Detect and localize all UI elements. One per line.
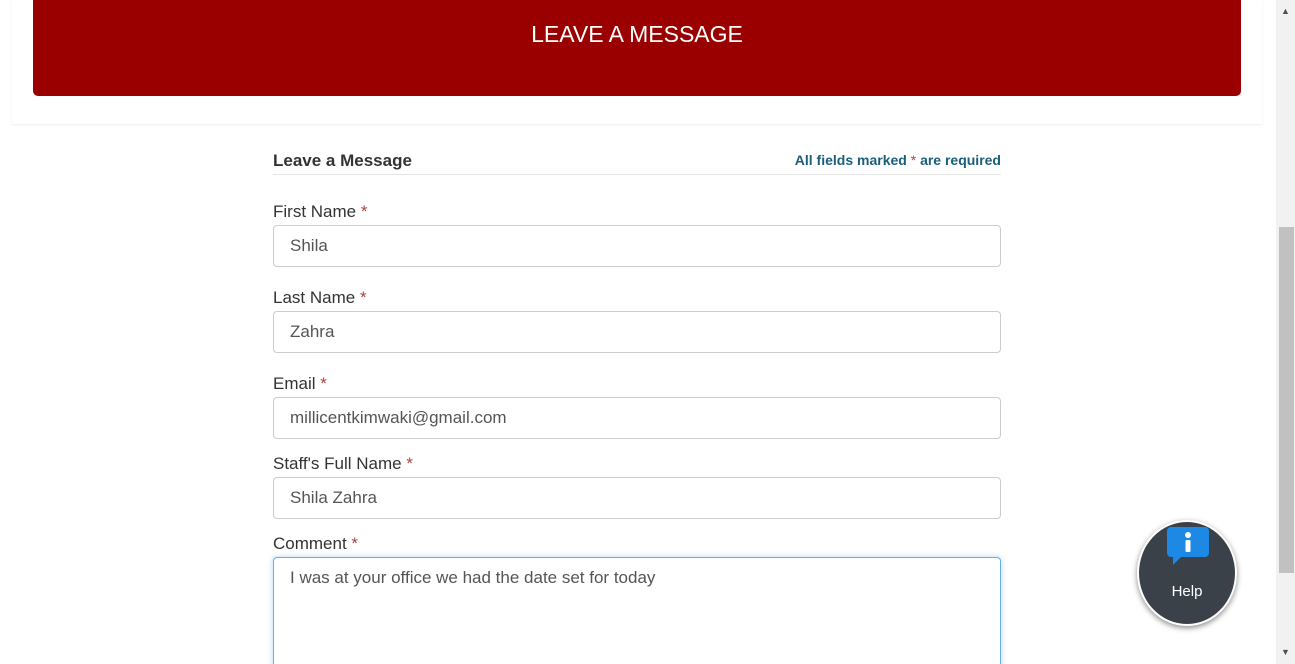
required-fields-note: All fields marked * are required — [795, 152, 1001, 168]
required-note-suffix: are required — [920, 152, 1001, 168]
staff-name-label: Staff's Full Name * — [273, 454, 413, 474]
staff-name-label-text: Staff's Full Name — [273, 454, 402, 473]
required-star: * — [910, 152, 917, 168]
comment-label-text: Comment — [273, 534, 347, 553]
info-chat-icon — [1167, 527, 1209, 565]
required-star: * — [359, 288, 367, 307]
first-name-label-text: First Name — [273, 202, 357, 221]
email-label: Email * — [273, 374, 327, 394]
scroll-up-arrow-icon[interactable]: ▲ — [1276, 3, 1295, 20]
first-name-input[interactable]: Shila — [273, 225, 1001, 267]
last-name-label: Last Name * — [273, 288, 367, 308]
comment-textarea[interactable]: I was at your office we had the date set… — [273, 557, 1001, 664]
help-button[interactable]: Help — [1137, 520, 1237, 626]
scrollbar-thumb[interactable] — [1279, 227, 1294, 573]
required-star: * — [360, 202, 368, 221]
staff-name-input[interactable]: Shila Zahra — [273, 477, 1001, 519]
banner-title: LEAVE A MESSAGE — [531, 21, 743, 47]
help-label: Help — [1171, 583, 1203, 600]
leave-message-banner: LEAVE A MESSAGE — [33, 0, 1241, 96]
last-name-input[interactable]: Zahra — [273, 311, 1001, 353]
required-star: * — [320, 374, 327, 393]
required-star: * — [351, 534, 359, 553]
last-name-label-text: Last Name — [273, 288, 356, 307]
scroll-down-arrow-icon[interactable]: ▼ — [1276, 644, 1295, 661]
required-note-prefix: All fields marked — [794, 152, 907, 168]
form-header: Leave a Message All fields marked * are … — [273, 140, 1001, 175]
email-label-text: Email — [273, 374, 316, 393]
first-name-label: First Name * — [273, 202, 367, 222]
required-star: * — [406, 454, 413, 473]
page: LEAVE A MESSAGE Leave a Message All fiel… — [0, 0, 1295, 664]
vertical-scrollbar[interactable]: ▲ ▼ — [1276, 0, 1295, 664]
email-field[interactable]: millicentkimwaki@gmail.com — [273, 397, 1001, 439]
message-form: Leave a Message All fields marked * are … — [273, 140, 1001, 664]
form-title: Leave a Message — [273, 151, 412, 170]
comment-label: Comment * — [273, 534, 358, 554]
